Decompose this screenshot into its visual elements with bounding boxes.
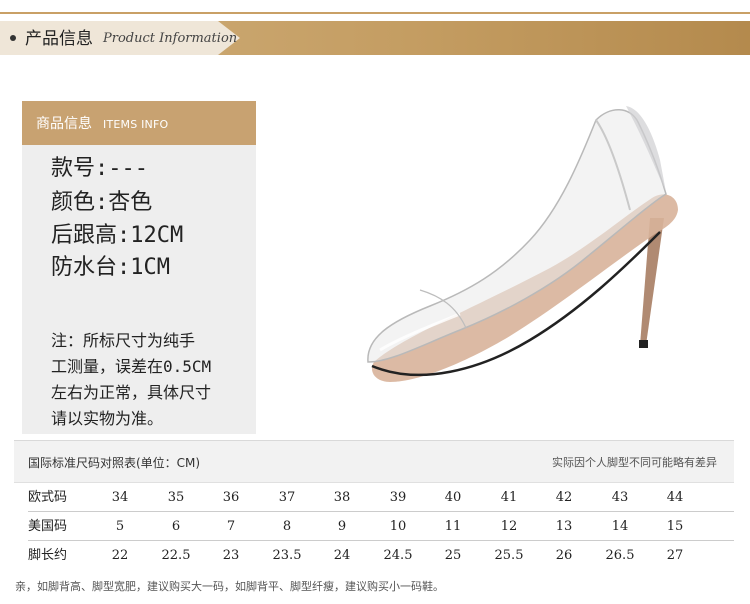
spec-heel-height: 后跟高:12CM bbox=[51, 223, 184, 248]
table-cell: 25.5 bbox=[494, 548, 524, 563]
table-cell: 26.5 bbox=[605, 548, 635, 563]
table-cell: 44 bbox=[666, 490, 684, 505]
table-cell: 24 bbox=[333, 548, 351, 563]
bullet-dot-icon bbox=[10, 35, 16, 41]
table-cell: 38 bbox=[333, 490, 351, 505]
table-cell: 11 bbox=[444, 519, 462, 534]
table-cell: 37 bbox=[278, 490, 296, 505]
table-cell: 10 bbox=[389, 519, 407, 534]
table-cell: 41 bbox=[500, 490, 518, 505]
table-cell: 25 bbox=[444, 548, 462, 563]
table-cell: 23.5 bbox=[272, 548, 302, 563]
table-cell: 22 bbox=[111, 548, 129, 563]
table-cell: 5 bbox=[115, 519, 125, 534]
row-label: 脚长约 bbox=[28, 548, 68, 563]
top-divider-line bbox=[0, 12, 750, 14]
spec-style-number: 款号:--- bbox=[51, 156, 148, 181]
note-line-1: 注：所标尺寸为纯手 bbox=[51, 331, 196, 350]
spec-color: 颜色:杏色 bbox=[51, 190, 153, 215]
table-cell: 9 bbox=[337, 519, 347, 534]
table-cell: 40 bbox=[444, 490, 462, 505]
size-table-title: 国际标准尺码对照表(单位：CM) bbox=[28, 456, 201, 470]
info-panel-label: 商品信息 ITEMS INFO bbox=[22, 101, 256, 145]
row-divider bbox=[28, 540, 734, 541]
table-cell: 27 bbox=[666, 548, 684, 563]
note-line-2: 工测量，误差在0.5CM bbox=[51, 357, 212, 376]
table-cell: 23 bbox=[222, 548, 240, 563]
size-table-header: 国际标准尺码对照表(单位：CM) 实际因个人脚型不同可能略有差异 bbox=[14, 441, 734, 483]
row-label: 美国码 bbox=[28, 519, 68, 534]
fit-advice-note: 亲，如脚背高、脚型宽肥，建议购买大一码，如脚背平、脚型纤瘦，建议购买小一码鞋。 bbox=[15, 580, 444, 593]
table-cell: 36 bbox=[222, 490, 240, 505]
table-cell: 22.5 bbox=[161, 548, 191, 563]
table-cell: 8 bbox=[282, 519, 292, 534]
table-cell: 34 bbox=[111, 490, 129, 505]
row-foot-length: 脚长约 22 22.5 23 23.5 24 24.5 25 25.5 26 26.5 27 bbox=[14, 543, 734, 569]
row-label: 欧式码 bbox=[28, 490, 68, 505]
shoe-image bbox=[367, 106, 678, 382]
heel-tip bbox=[639, 340, 648, 348]
page-title: 产品信息 bbox=[25, 29, 93, 49]
table-cell: 26 bbox=[555, 548, 573, 563]
table-cell: 35 bbox=[167, 490, 185, 505]
note-line-4: 请以实物为准。 bbox=[51, 409, 164, 428]
table-cell: 42 bbox=[555, 490, 573, 505]
row-divider bbox=[28, 511, 734, 512]
spec-platform: 防水台:1CM bbox=[51, 255, 170, 280]
table-cell: 14 bbox=[611, 519, 629, 534]
table-cell: 6 bbox=[171, 519, 181, 534]
info-label-en: ITEMS INFO bbox=[103, 118, 169, 131]
size-table-remark: 实际因个人脚型不同可能略有差异 bbox=[552, 456, 717, 469]
table-cell: 7 bbox=[226, 519, 236, 534]
table-cell: 43 bbox=[611, 490, 629, 505]
row-us-size: 美国码 5 6 7 8 9 10 11 12 13 14 15 bbox=[14, 514, 734, 540]
row-eu-size: 欧式码 34 35 36 37 38 39 40 41 42 43 44 bbox=[14, 485, 734, 511]
table-cell: 12 bbox=[500, 519, 518, 534]
page-title-english: Product Information bbox=[103, 31, 238, 46]
table-cell: 24.5 bbox=[383, 548, 413, 563]
note-line-3: 左右为正常，具体尺寸 bbox=[51, 383, 212, 402]
info-label-cn: 商品信息 bbox=[36, 116, 92, 132]
table-cell: 15 bbox=[666, 519, 684, 534]
table-cell: 13 bbox=[555, 519, 573, 534]
table-cell: 39 bbox=[389, 490, 407, 505]
